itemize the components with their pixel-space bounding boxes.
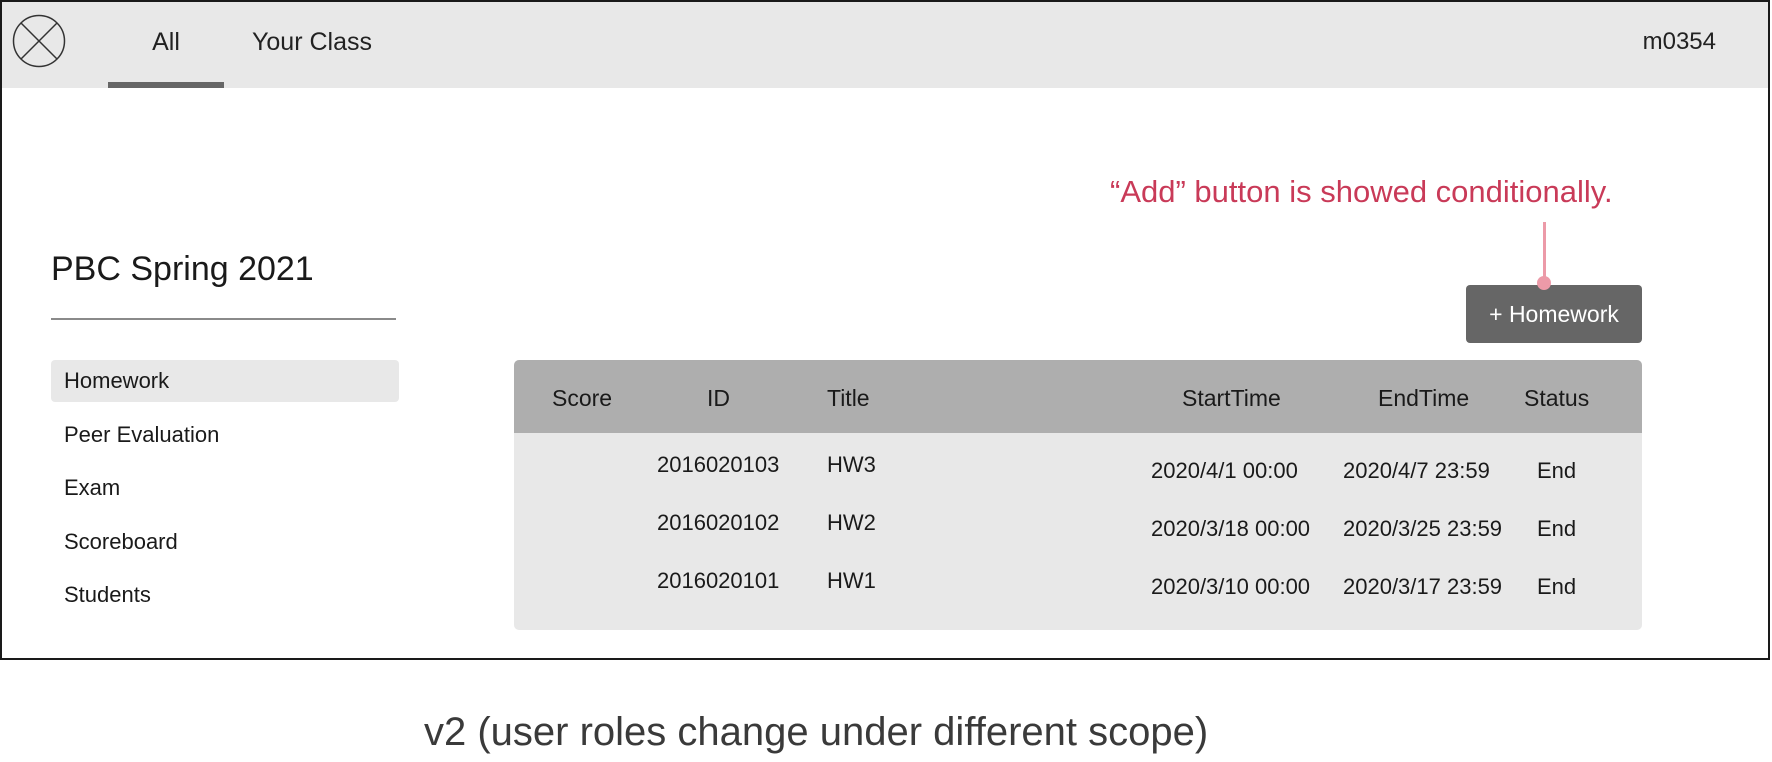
column-header-end-time[interactable]: EndTime bbox=[1378, 360, 1469, 436]
table-row[interactable]: 2016020101 HW1 2020/3/10 00:00 2020/3/17… bbox=[514, 568, 1642, 618]
sidebar-item-homework[interactable]: Homework bbox=[51, 360, 399, 402]
cell-start-time: 2020/4/1 00:00 bbox=[1151, 458, 1298, 483]
table-row[interactable]: 2016020103 HW3 2020/4/1 00:00 2020/4/7 2… bbox=[514, 452, 1642, 502]
annotation-connector-dot bbox=[1537, 276, 1551, 290]
sidebar-item-peer-evaluation[interactable]: Peer Evaluation bbox=[51, 414, 399, 456]
cell-id: 2016020103 bbox=[657, 452, 780, 477]
sidebar-item-scoreboard[interactable]: Scoreboard bbox=[51, 521, 399, 563]
cell-status: End bbox=[1537, 516, 1577, 541]
tab-all[interactable]: All bbox=[108, 2, 224, 88]
cell-status: End bbox=[1537, 458, 1577, 483]
top-navigation-bar: All Your Class m0354 bbox=[2, 2, 1768, 88]
add-homework-button[interactable]: + Homework bbox=[1466, 285, 1642, 343]
cell-title: HW2 bbox=[827, 510, 876, 535]
tab-your-class[interactable]: Your Class bbox=[250, 2, 374, 88]
logo-placeholder-icon[interactable] bbox=[12, 14, 66, 68]
annotation-connector-line bbox=[1543, 222, 1546, 280]
table-header: Score ID Title StartTime EndTime Status bbox=[514, 360, 1642, 433]
column-header-score[interactable]: Score bbox=[552, 360, 612, 436]
table-row[interactable]: 2016020102 HW2 2020/3/18 00:00 2020/3/25… bbox=[514, 510, 1642, 560]
app-frame: All Your Class m0354 PBC Spring 2021 Hom… bbox=[0, 0, 1770, 660]
column-header-title[interactable]: Title bbox=[827, 360, 870, 436]
cell-end-time: 2020/3/17 23:59 bbox=[1343, 574, 1503, 599]
caption: v2 (user roles change under different sc… bbox=[424, 710, 1209, 754]
title-divider bbox=[51, 318, 396, 320]
cell-id: 2016020102 bbox=[657, 510, 780, 535]
user-account-name[interactable]: m0354 bbox=[1643, 2, 1716, 82]
cell-end-time: 2020/4/7 23:59 bbox=[1343, 458, 1490, 483]
cell-status: End bbox=[1537, 574, 1577, 599]
sidebar-item-exam[interactable]: Exam bbox=[51, 467, 399, 509]
column-header-start-time[interactable]: StartTime bbox=[1182, 360, 1281, 436]
sidebar-item-students[interactable]: Students bbox=[51, 574, 399, 616]
column-header-id[interactable]: ID bbox=[707, 360, 730, 436]
cell-start-time: 2020/3/18 00:00 bbox=[1151, 516, 1311, 541]
page-title: PBC Spring 2021 bbox=[51, 250, 314, 288]
cell-end-time: 2020/3/25 23:59 bbox=[1343, 516, 1503, 541]
cell-start-time: 2020/3/10 00:00 bbox=[1151, 574, 1311, 599]
cell-title: HW3 bbox=[827, 452, 876, 477]
cell-title: HW1 bbox=[827, 568, 876, 593]
column-header-status[interactable]: Status bbox=[1524, 360, 1589, 436]
annotation-note: “Add” button is showed conditionally. bbox=[1110, 174, 1613, 209]
sidebar-nav: Homework Peer Evaluation Exam Scoreboard… bbox=[51, 360, 399, 628]
cell-id: 2016020101 bbox=[657, 568, 780, 593]
homework-table: Score ID Title StartTime EndTime Status … bbox=[514, 360, 1642, 630]
